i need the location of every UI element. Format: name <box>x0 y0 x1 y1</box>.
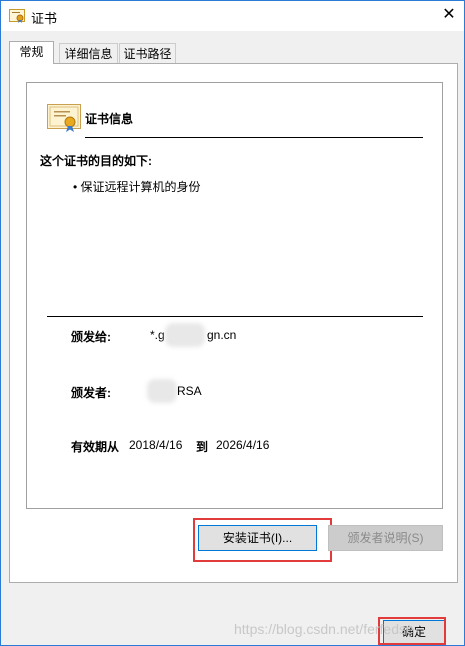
validity-to-label: 到 <box>196 440 209 454</box>
issued-by-value: RSA <box>177 384 202 398</box>
valid-to-value: 2026/4/16 <box>216 438 270 452</box>
close-icon[interactable]: ✕ <box>439 5 459 25</box>
purpose-title: 这个证书的目的如下: <box>40 154 152 168</box>
certificate-large-icon <box>47 104 81 132</box>
window-title: 证书 <box>31 11 58 26</box>
issued-to-label: 颁发给: <box>71 330 111 344</box>
purpose-item: • 保证远程计算机的身份 <box>73 180 201 194</box>
valid-from-value: 2018/4/16 <box>129 438 183 452</box>
redaction-blur <box>147 379 177 403</box>
cert-info-title: 证书信息 <box>85 112 134 126</box>
issuer-statement-button[interactable]: 颁发者说明(S) <box>328 525 443 551</box>
title-bar: 证书 ✕ <box>1 1 464 31</box>
divider-top <box>85 137 423 138</box>
watermark: https://blog.csdn.net/ferfedse <box>234 621 414 637</box>
certificate-icon <box>9 9 25 23</box>
validity-label: 有效期从 <box>71 440 120 454</box>
tab-certification-path[interactable]: 证书路径 <box>119 43 176 63</box>
tab-general[interactable]: 常规 <box>9 41 54 64</box>
issued-to-value: *.g <box>150 328 165 342</box>
certificate-window: 证书 ✕ 常规 详细信息 证书路径 证书信息 这个证书的目的如下: • 保证远程… <box>0 0 465 646</box>
divider-middle <box>47 316 423 317</box>
issued-to-value-tail: gn.cn <box>207 328 237 342</box>
tab-details[interactable]: 详细信息 <box>59 43 118 63</box>
highlight-box <box>193 518 332 562</box>
issued-by-label: 颁发者: <box>71 386 111 400</box>
redaction-blur <box>165 323 205 347</box>
